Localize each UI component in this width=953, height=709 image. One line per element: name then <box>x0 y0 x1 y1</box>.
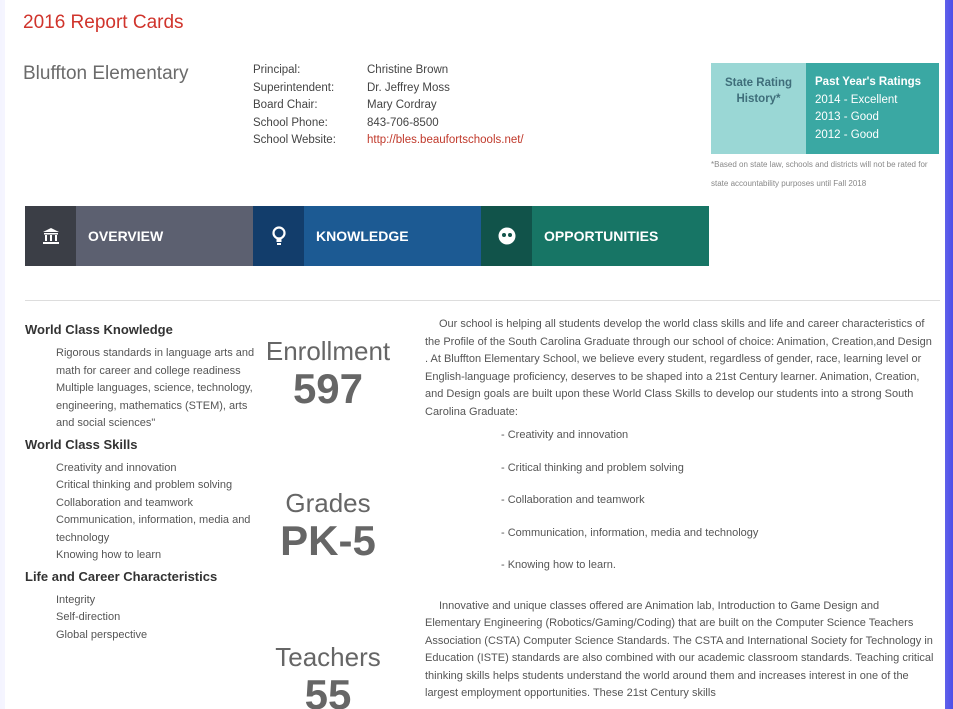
profile-sections: World Class Knowledge Rigorous standards… <box>25 322 255 648</box>
stat-label: Enrollment <box>265 336 391 366</box>
rating-footnote: *Based on state law, schools and distric… <box>711 160 928 188</box>
section-list: Creativity and innovation Critical think… <box>25 460 255 565</box>
list-item: Global perspective <box>56 628 148 641</box>
section-life-career: Life and Career Characteristics Integrit… <box>25 569 255 645</box>
list-item: Critical thinking and problem solving <box>56 479 233 491</box>
tab-label: KNOWLEDGE <box>304 206 481 266</box>
info-value: Christine Brown <box>367 64 449 76</box>
list-item: Rigorous standards in language arts and … <box>56 347 255 377</box>
past-ratings-header: Past Year's Ratings <box>815 76 922 88</box>
divider <box>25 300 940 301</box>
teachers-stat: Teachers 55 <box>258 642 398 709</box>
intro-paragraph: Our school is helping all students devel… <box>425 318 932 418</box>
info-label: Superintendent: <box>253 81 335 94</box>
grades-stat: Grades PK-5 <box>258 488 398 563</box>
school-website-link[interactable]: http://bles.beaufortschools.net/ <box>367 134 524 152</box>
stat-label: Teachers <box>275 642 381 672</box>
stat-value: 597 <box>292 365 364 412</box>
tab-opportunities[interactable]: OPPORTUNITIES <box>481 206 709 266</box>
info-value: Dr. Jeffrey Moss <box>367 81 450 94</box>
info-label: School Phone: <box>253 116 328 129</box>
face-icon <box>481 206 532 266</box>
tab-label: OVERVIEW <box>76 206 253 266</box>
info-value: 843-706-8500 <box>367 116 439 129</box>
report-card-page: 2016 Report Cards Bluffton Elementary Pr… <box>5 0 945 709</box>
stat-value: PK-5 <box>280 517 376 564</box>
page-title: 2016 Report Cards <box>23 12 184 33</box>
info-label: Board Chair: <box>253 99 318 111</box>
enrollment-stat: Enrollment 597 <box>258 336 398 411</box>
section-list: Integrity Self-direction Global perspect… <box>25 592 255 645</box>
section-knowledge: World Class Knowledge Rigorous standards… <box>25 322 255 433</box>
bullet-item: - Communication, information, media and … <box>501 526 759 539</box>
skills-bullets: - Creativity and innovation - Critical t… <box>425 427 935 590</box>
tab-label: OPPORTUNITIES <box>532 206 709 266</box>
bullet-item: - Creativity and innovation <box>501 429 629 441</box>
stat-value: 55 <box>304 671 352 709</box>
info-label: School Website: <box>253 134 336 146</box>
info-row-board-chair: Board Chair: Mary Cordray <box>253 99 524 117</box>
info-value: Mary Cordray <box>367 99 437 111</box>
info-row-superintendent: Superintendent: Dr. Jeffrey Moss <box>253 82 524 100</box>
section-heading: Life and Career Characteristics <box>25 568 218 584</box>
bank-icon <box>25 206 76 266</box>
tab-knowledge[interactable]: KNOWLEDGE <box>253 206 481 266</box>
info-row-website: School Website: http://bles.beaufortscho… <box>253 134 524 152</box>
list-item: Collaboration and teamwork <box>56 496 193 509</box>
section-tabs: OVERVIEW KNOWLEDGE OPPORTUNITIES <box>25 206 709 266</box>
rating-entry: 2014 - Excellent <box>815 93 898 106</box>
school-info: Principal: Christine Brown Superintenden… <box>253 64 524 152</box>
info-row-principal: Principal: Christine Brown <box>253 64 524 82</box>
lightbulb-icon <box>253 206 304 266</box>
info-label: Principal: <box>253 64 301 76</box>
bullet-item: - Collaboration and teamwork <box>501 494 645 506</box>
info-row-phone: School Phone: 843-706-8500 <box>253 117 524 135</box>
overview-text: Our school is helping all students devel… <box>425 316 935 703</box>
past-ratings: Past Year's Ratings 2014 - Excellent 201… <box>806 63 939 154</box>
classes-paragraph: Innovative and unique classes offered ar… <box>425 599 934 700</box>
bullet-item: - Knowing how to learn. <box>501 559 616 571</box>
list-item: Integrity <box>56 593 96 606</box>
list-item: Communication, information, media and te… <box>56 514 251 544</box>
tab-overview[interactable]: OVERVIEW <box>25 206 253 266</box>
list-item: Self-direction <box>56 611 121 623</box>
state-rating-box: State Rating History* Past Year's Rating… <box>711 63 939 154</box>
list-item: Creativity and innovation <box>56 461 177 474</box>
stat-label: Grades <box>285 488 371 518</box>
bullet-item: - Critical thinking and problem solving <box>501 461 684 474</box>
section-heading: World Class Skills <box>25 436 138 452</box>
rating-entry: 2012 - Good <box>815 128 879 141</box>
section-heading: World Class Knowledge <box>25 322 173 337</box>
rating-history-label: State Rating History* <box>711 63 806 154</box>
list-item: Knowing how to learn <box>56 549 162 561</box>
list-item: Multiple languages, science, technology,… <box>56 382 253 429</box>
section-list: Rigorous standards in language arts and … <box>25 345 255 433</box>
school-name: Bluffton Elementary <box>23 63 189 84</box>
rating-entry: 2013 - Good <box>815 111 879 123</box>
section-skills: World Class Skills Creativity and innova… <box>25 437 255 565</box>
